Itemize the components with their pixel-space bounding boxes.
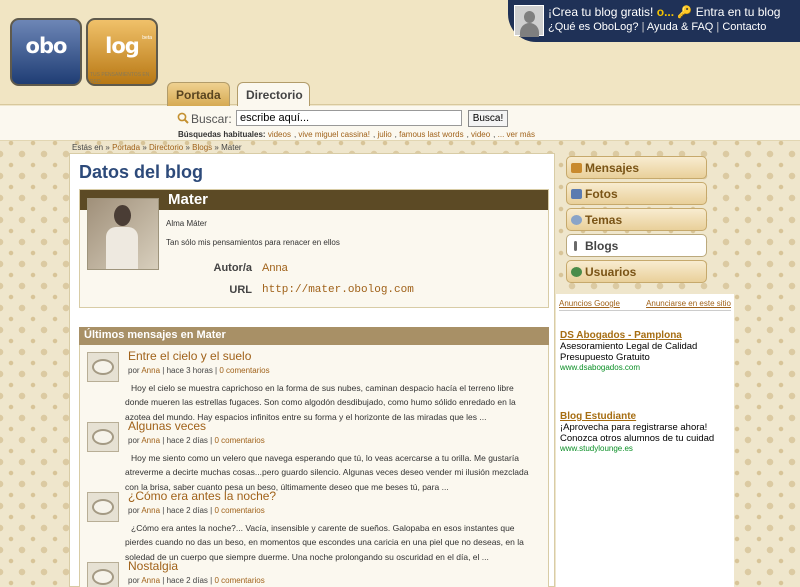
page-title: Datos del blog: [79, 162, 204, 182]
ad-item[interactable]: DS Abogados - Pamplona Asesoramiento Leg…: [560, 330, 732, 372]
nav-item-temas[interactable]: Temas: [566, 208, 707, 231]
post-author-link[interactable]: Anna: [141, 506, 160, 515]
ad-line: Conozca otros alumnos de tu cuidad: [560, 433, 715, 444]
search-bar: Buscar: Busca! Búsquedas habituales: vid…: [0, 106, 800, 141]
post-comments-link[interactable]: 0 comentarios: [219, 366, 269, 375]
logo-tagline: TUS PENSAMIENTOS EN RED: [90, 72, 150, 85]
what-is-obolog-link[interactable]: ¿Qué es OboLog?: [548, 21, 639, 33]
site-header: obo log beta TUS PENSAMIENTOS EN RED ¡Cr…: [0, 0, 800, 107]
blog-info-box: Mater Alma Máter Tan sólo mis pensamient…: [79, 189, 549, 308]
post-thumbnail[interactable]: [87, 492, 119, 522]
ad-title[interactable]: Blog Estudiante: [560, 411, 732, 422]
nav-item-fotos[interactable]: Fotos: [566, 182, 707, 205]
blog-url-link[interactable]: http://mater.obolog.com: [262, 284, 414, 296]
user-avatar-icon[interactable]: [514, 5, 544, 37]
breadcrumb: Estás en » Portada » Directorio » Blogs …: [72, 143, 242, 152]
top-account-band: ¡Crea tu blog gratis! o... 🔑 Entra en tu…: [508, 0, 800, 42]
ad-title[interactable]: DS Abogados - Pamplona: [560, 330, 732, 341]
ad-line: Asesoramiento Legal de Calidad: [560, 341, 698, 352]
post-thumbnail[interactable]: [87, 422, 119, 452]
top-line-2: ¿Qué es OboLog? | Ayuda & FAQ | Contacto: [548, 21, 767, 33]
frequent-search-link[interactable]: vive miguel cassina!: [298, 130, 370, 139]
post-title-link[interactable]: ¿Cómo era antes la noche?: [128, 489, 276, 503]
search-button[interactable]: Busca!: [468, 110, 508, 127]
top-or-text: o...: [656, 5, 675, 19]
latest-posts-list: Entre el cielo y el suelo por Anna | hac…: [79, 345, 549, 587]
ad-line: ¡Aprovecha para registrarse ahora!: [560, 422, 708, 433]
frequent-search-link[interactable]: video: [471, 130, 490, 139]
ad-url[interactable]: www.studylounge.es: [560, 444, 732, 453]
nav-item-mensajes[interactable]: Mensajes: [566, 156, 707, 179]
post-comments-link[interactable]: 0 comentarios: [214, 436, 264, 445]
topics-icon: [571, 215, 582, 225]
logo-obo-text: obo: [25, 34, 68, 58]
post-comments-link[interactable]: 0 comentarios: [214, 506, 264, 515]
ad-item[interactable]: Blog Estudiante ¡Aprovecha para registra…: [560, 411, 732, 453]
help-faq-link[interactable]: Ayuda & FAQ: [647, 21, 713, 33]
search-input[interactable]: [236, 110, 462, 126]
post-author-link[interactable]: Anna: [141, 576, 160, 585]
breadcrumb-portada[interactable]: Portada: [112, 143, 140, 152]
post-title-link[interactable]: Algunas veces: [128, 419, 206, 433]
url-label: URL: [229, 284, 252, 296]
post-comments-link[interactable]: 0 comentarios: [214, 576, 264, 585]
nav-item-usuarios[interactable]: Usuarios: [566, 260, 707, 283]
top-line-1: ¡Crea tu blog gratis! o... 🔑 Entra en tu…: [548, 5, 780, 19]
advertise-link[interactable]: Anunciarse en este sitio: [646, 299, 731, 308]
ads-top: Anuncios Google Anunciarse en este sitio: [559, 298, 731, 311]
frequent-searches-label: Búsquedas habituales:: [178, 130, 266, 139]
ads-panel: Anuncios Google Anunciarse en este sitio…: [556, 294, 734, 587]
post-excerpt: Hoy el cielo se muestra caprichoso en la…: [125, 383, 516, 422]
author-label: Autor/a: [213, 262, 253, 274]
users-icon: [571, 267, 582, 277]
post-meta: por Anna | hace 2 días | 0 comentarios: [128, 436, 265, 445]
author-link[interactable]: Anna: [262, 262, 288, 274]
blog-description: Tan sólo mis pensamientos para renacer e…: [166, 238, 340, 247]
obolog-logo-obo[interactable]: obo: [10, 18, 82, 86]
frequent-search-link[interactable]: famous last words: [399, 130, 463, 139]
post-author-link[interactable]: Anna: [141, 436, 160, 445]
blogs-icon: [574, 241, 577, 251]
breadcrumb-directorio[interactable]: Directorio: [149, 143, 183, 152]
key-icon: 🔑: [677, 5, 693, 19]
post-meta: por Anna | hace 2 días | 0 comentarios: [128, 506, 265, 515]
post-thumbnail[interactable]: [87, 562, 119, 587]
main-content: Datos del blog Mater Alma Máter Tan sólo…: [69, 153, 555, 587]
breadcrumb-blogs[interactable]: Blogs: [192, 143, 212, 152]
messages-icon: [571, 163, 582, 173]
create-blog-link[interactable]: ¡Crea tu blog gratis!: [548, 5, 653, 19]
frequent-search-link[interactable]: videos: [268, 130, 291, 139]
google-ads-link[interactable]: Anuncios Google: [559, 299, 620, 308]
contact-link[interactable]: Contacto: [722, 21, 766, 33]
search-icon: [177, 112, 189, 124]
breadcrumb-prefix: Estás en: [72, 143, 104, 152]
post-meta: por Anna | hace 2 días | 0 comentarios: [128, 576, 265, 585]
tab-directorio[interactable]: Directorio: [237, 82, 310, 107]
post-excerpt: Hoy me siento como un velero que navega …: [125, 453, 529, 492]
logo-beta-text: beta: [142, 35, 152, 41]
more-searches-link[interactable]: ... ver más: [498, 130, 535, 139]
post-thumbnail[interactable]: [87, 352, 119, 382]
post-title-link[interactable]: Nostalgia: [128, 559, 178, 573]
frequent-search-link[interactable]: julio: [377, 130, 391, 139]
frequent-searches: Búsquedas habituales: videos, vive migue…: [178, 130, 535, 139]
ad-url[interactable]: www.dsabogados.com: [560, 363, 732, 372]
post-author-link[interactable]: Anna: [141, 366, 160, 375]
nav-item-blogs[interactable]: Blogs: [566, 234, 707, 257]
search-label: Buscar:: [191, 112, 232, 126]
photos-icon: [571, 189, 582, 199]
latest-posts-header: Últimos mensajes en Mater: [79, 327, 549, 345]
breadcrumb-current: Mater: [221, 143, 242, 152]
ad-line: Presupuesto Gratuito: [560, 352, 650, 363]
post-meta: por Anna | hace 3 horas | 0 comentarios: [128, 366, 270, 375]
post-title-link[interactable]: Entre el cielo y el suelo: [128, 349, 251, 363]
post-excerpt: ¿Cómo era antes la noche?... Vacía, inse…: [125, 523, 524, 562]
blog-subtitle: Alma Máter: [166, 219, 207, 228]
login-link[interactable]: Entra en tu blog: [696, 5, 781, 19]
tab-portada[interactable]: Portada: [167, 82, 230, 106]
blog-photo[interactable]: [87, 198, 159, 270]
